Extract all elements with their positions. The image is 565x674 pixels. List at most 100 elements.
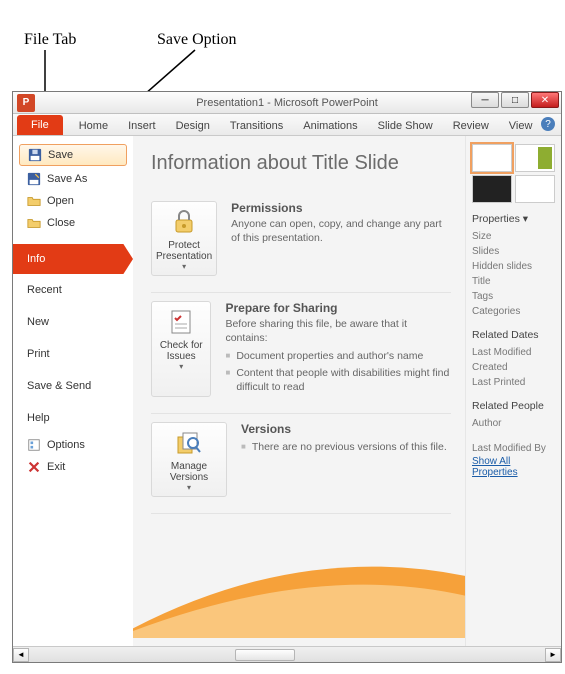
menu-save-send[interactable]: Save & Send <box>13 370 133 402</box>
versions-bullet-1: There are no previous versions of this f… <box>241 440 447 454</box>
menu-open-label: Open <box>47 194 74 208</box>
info-heading: Information about Title Slide <box>151 152 451 175</box>
related-people-header: Related People <box>472 400 555 412</box>
save-icon <box>28 148 42 162</box>
permissions-text: Permissions Anyone can open, copy, and c… <box>231 201 451 276</box>
prop-slides: Slides <box>472 244 555 259</box>
prop-last-printed: Last Printed <box>472 375 555 390</box>
prop-author: Author <box>472 416 555 431</box>
permissions-title: Permissions <box>231 201 451 215</box>
menu-close[interactable]: Close <box>13 212 133 234</box>
menu-info[interactable]: Info <box>13 244 133 274</box>
properties-header[interactable]: Properties ▾ <box>472 213 555 225</box>
tab-home[interactable]: Home <box>69 117 118 135</box>
decorative-swoosh <box>133 518 465 638</box>
open-icon <box>27 194 41 208</box>
prop-tags: Tags <box>472 289 555 304</box>
thumbnail-4[interactable] <box>515 175 555 203</box>
tab-review[interactable]: Review <box>443 117 499 135</box>
app-window: P Presentation1 - Microsoft PowerPoint ─… <box>12 91 562 663</box>
tab-slideshow[interactable]: Slide Show <box>368 117 443 135</box>
related-dates-header: Related Dates <box>472 329 555 341</box>
permissions-body: Anyone can open, copy, and change any pa… <box>231 217 451 245</box>
prop-categories: Categories <box>472 304 555 319</box>
tab-insert[interactable]: Insert <box>118 117 166 135</box>
backstage-left-nav: Save Save As Open Close I <box>13 136 133 646</box>
manage-versions-label: Manage Versions <box>156 461 222 483</box>
titlebar: P Presentation1 - Microsoft PowerPoint ─… <box>13 92 561 114</box>
menu-save-as[interactable]: Save As <box>13 168 133 190</box>
tab-design[interactable]: Design <box>166 117 220 135</box>
annotation-file-tab: File Tab <box>24 31 76 49</box>
menu-help[interactable]: Help <box>13 402 133 434</box>
prepare-bullet-2: Content that people with disabilities mi… <box>225 366 451 394</box>
menu-close-label: Close <box>47 216 75 230</box>
tab-animations[interactable]: Animations <box>293 117 367 135</box>
section-versions: Manage Versions ▾ Versions There are no … <box>151 414 451 514</box>
menu-save[interactable]: Save <box>19 144 127 166</box>
menu-new[interactable]: New <box>13 306 133 338</box>
exit-icon <box>27 460 41 474</box>
prepare-text: Prepare for Sharing Before sharing this … <box>225 301 451 397</box>
prop-created: Created <box>472 360 555 375</box>
scroll-right-button[interactable]: ► <box>545 648 561 662</box>
prepare-bullet-1: Document properties and author's name <box>225 349 451 363</box>
check-issues-button[interactable]: Check for Issues ▾ <box>151 301 211 397</box>
section-prepare: Check for Issues ▾ Prepare for Sharing B… <box>151 293 451 414</box>
options-icon <box>27 438 41 452</box>
menu-open[interactable]: Open <box>13 190 133 212</box>
help-button[interactable]: ? <box>541 117 555 131</box>
theme-thumbnails <box>472 144 555 203</box>
manage-versions-button[interactable]: Manage Versions ▾ <box>151 422 227 497</box>
save-as-icon <box>27 172 41 186</box>
section-permissions: Protect Presentation ▾ Permissions Anyon… <box>151 193 451 293</box>
annotation-save-option: Save Option <box>157 31 237 49</box>
backstage: Save Save As Open Close I <box>13 136 561 646</box>
prop-title: Title <box>472 274 555 289</box>
menu-options[interactable]: Options <box>13 434 133 456</box>
menu-exit[interactable]: Exit <box>13 456 133 478</box>
minimize-button[interactable]: ─ <box>471 92 499 108</box>
prop-last-modified: Last Modified <box>472 345 555 360</box>
menu-exit-label: Exit <box>47 460 65 474</box>
menu-print[interactable]: Print <box>13 338 133 370</box>
checklist-icon <box>167 308 195 336</box>
thumbnail-3[interactable] <box>472 175 512 203</box>
info-panel: Information about Title Slide Protect Pr… <box>133 136 465 646</box>
menu-recent[interactable]: Recent <box>13 274 133 306</box>
maximize-button[interactable]: □ <box>501 92 529 108</box>
window-controls: ─ □ ✕ <box>469 92 559 108</box>
versions-icon <box>175 429 203 457</box>
protect-presentation-button[interactable]: Protect Presentation ▾ <box>151 201 217 276</box>
prop-last-modified-by: Last Modified By <box>472 441 555 456</box>
ribbon-tabs: File Home Insert Design Transitions Anim… <box>13 114 561 136</box>
prepare-intro: Before sharing this file, be aware that … <box>225 317 451 345</box>
versions-text: Versions There are no previous versions … <box>241 422 447 497</box>
properties-panel: Properties ▾ Size Slides Hidden slides T… <box>465 136 561 646</box>
scroll-thumb[interactable] <box>235 649 295 661</box>
tab-file[interactable]: File <box>17 115 63 135</box>
tab-view[interactable]: View <box>499 117 543 135</box>
prop-size: Size <box>472 229 555 244</box>
menu-info-label: Info <box>27 252 45 266</box>
tab-transitions[interactable]: Transitions <box>220 117 293 135</box>
scroll-left-button[interactable]: ◄ <box>13 648 29 662</box>
close-button[interactable]: ✕ <box>531 92 559 108</box>
menu-save-label: Save <box>48 148 73 162</box>
prop-hidden: Hidden slides <box>472 259 555 274</box>
close-folder-icon <box>27 216 41 230</box>
thumbnail-2[interactable] <box>515 144 555 172</box>
menu-save-as-label: Save As <box>47 172 87 186</box>
dropdown-icon: ▾ <box>182 262 186 271</box>
menu-options-label: Options <box>47 438 85 452</box>
horizontal-scrollbar: ◄ ► <box>13 646 561 662</box>
dropdown-icon: ▾ <box>187 483 191 492</box>
scroll-track[interactable] <box>29 648 545 662</box>
check-issues-label: Check for Issues <box>156 340 206 362</box>
versions-title: Versions <box>241 422 447 436</box>
thumbnail-1[interactable] <box>472 144 512 172</box>
dropdown-icon: ▾ <box>179 362 183 371</box>
lock-icon <box>170 208 198 236</box>
show-all-properties-link[interactable]: Show All Properties <box>472 456 555 478</box>
protect-presentation-label: Protect Presentation <box>156 240 212 262</box>
